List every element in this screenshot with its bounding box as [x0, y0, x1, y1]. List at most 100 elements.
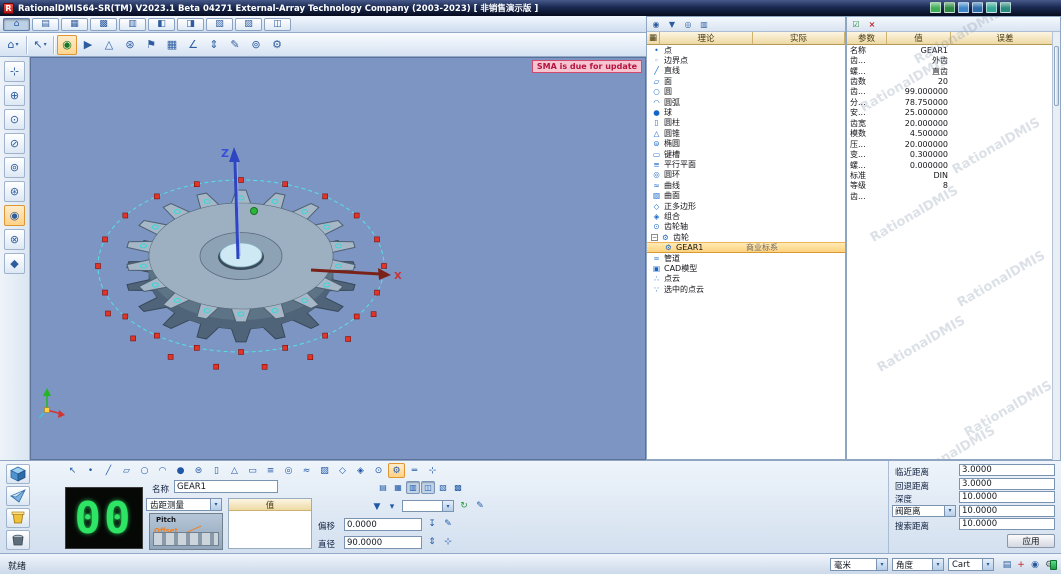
tree-item[interactable]: ⊜椭圆 — [647, 139, 845, 149]
tab-program[interactable]: ▧ — [206, 18, 233, 31]
tree-item[interactable]: ▯圆柱 — [647, 118, 845, 128]
diameter-input[interactable] — [344, 536, 422, 549]
ink-pot-icon[interactable] — [6, 530, 30, 550]
param-header-name[interactable]: 参数 — [847, 32, 887, 45]
prism-icon[interactable]: △ — [99, 35, 119, 55]
probe-dot-icon[interactable]: ⊙ — [4, 109, 25, 130]
filter-icon[interactable]: ▼ — [665, 18, 679, 30]
param-row[interactable]: 齿宽20.000000 — [847, 118, 1060, 128]
dropdown-arrow-icon[interactable]: ▾ — [44, 41, 47, 48]
tree-item[interactable]: ◦边界点 — [647, 55, 845, 65]
view-columns-icon[interactable]: ▥ — [406, 481, 420, 494]
param-row[interactable]: 变...0.300000 — [847, 149, 1060, 159]
tree-item[interactable]: ═管道 — [647, 253, 845, 263]
param-scrollbar[interactable] — [1052, 32, 1060, 460]
scrollbar-thumb[interactable] — [1054, 46, 1059, 106]
tree-item[interactable]: ◎圆环 — [647, 170, 845, 180]
ring-icon[interactable]: ⊚ — [246, 35, 266, 55]
pipe-icon[interactable]: ═ — [406, 463, 423, 478]
dropdown-arrow-icon[interactable]: ▾ — [442, 501, 453, 511]
tree-item[interactable]: ◇正多边形 — [647, 201, 845, 211]
tab-probe[interactable]: ▦ — [61, 18, 88, 31]
funnel-icon[interactable]: ▼ — [370, 500, 384, 513]
angle-measure-icon[interactable]: ∠ — [183, 35, 203, 55]
param-row[interactable]: 分...78.750000 — [847, 97, 1060, 107]
tree-item[interactable]: △圆锥 — [647, 128, 845, 138]
field-input[interactable] — [959, 464, 1055, 476]
close-icon[interactable]: × — [865, 18, 879, 30]
probe-slash-icon[interactable]: ⊘ — [4, 133, 25, 154]
tree-item[interactable]: ▱面 — [647, 76, 845, 86]
collapse-icon[interactable]: − — [651, 234, 658, 241]
dropdown-arrow-icon[interactable]: ▾ — [982, 559, 993, 570]
probe-ring-icon[interactable]: ⊚ — [4, 157, 25, 178]
unit-combo[interactable]: ▾ — [402, 500, 454, 512]
select-arrow-icon[interactable]: ↖▾ — [30, 35, 50, 55]
tree-item[interactable]: ╱直线 — [647, 66, 845, 76]
tree-header-actual[interactable]: 实际 — [753, 32, 845, 45]
tree-item-gear1[interactable]: ⚙GEAR1商业标系 — [647, 242, 845, 252]
remote-screen-icon[interactable] — [930, 2, 941, 13]
pencil-icon[interactable]: ✎ — [225, 35, 245, 55]
home-icon[interactable]: ⌂▾ — [3, 35, 23, 55]
tab-measure[interactable]: ◨ — [177, 18, 204, 31]
note-edit-icon[interactable]: ✎ — [441, 517, 455, 530]
monitor-icon[interactable] — [958, 2, 969, 13]
param-row[interactable]: 标准DIN — [847, 170, 1060, 180]
tree-item[interactable]: ●球 — [647, 107, 845, 117]
view-rows-icon[interactable]: ▧ — [436, 481, 450, 494]
dropdown-arrow-icon[interactable]: ▾ — [876, 559, 887, 570]
view-list-icon[interactable]: ▤ — [376, 481, 390, 494]
dropdown-arrow-icon[interactable]: ▾ — [210, 499, 221, 510]
slot-icon[interactable]: ▭ — [244, 463, 261, 478]
field-input[interactable] — [959, 491, 1055, 503]
param-header-error[interactable]: 误差 — [951, 32, 1060, 45]
dropdown-arrow-icon[interactable]: ▾ — [15, 41, 18, 48]
refresh-icon[interactable]: ↻ — [457, 499, 471, 512]
sphere-icon[interactable]: ● — [172, 463, 189, 478]
tab-cad[interactable]: ▨ — [235, 18, 262, 31]
columns-icon[interactable]: ▥ — [697, 18, 711, 30]
tree-item[interactable]: ◠圆弧 — [647, 97, 845, 107]
view-grid-icon[interactable]: ▦ — [391, 481, 405, 494]
tab-report[interactable]: ▥ — [119, 18, 146, 31]
angle-combo[interactable]: 角度 ▾ — [892, 558, 944, 571]
target-pick-icon[interactable]: ⊹ — [441, 535, 455, 548]
param-header-value[interactable]: 值 — [887, 32, 951, 45]
flag-icon[interactable]: ⚑ — [141, 35, 161, 55]
play-icon[interactable]: ▶ — [78, 35, 98, 55]
tree-item[interactable]: ▭键槽 — [647, 149, 845, 159]
tree-item[interactable]: •点 — [647, 45, 845, 55]
fit-view-icon[interactable]: ◉ — [649, 18, 663, 30]
param-row[interactable]: 等级8 — [847, 181, 1060, 191]
viewport-3d[interactable]: ZX SMA is due for update — [30, 57, 646, 460]
probe-sensor-icon[interactable]: ◉ — [4, 205, 25, 226]
status-layout-icon[interactable]: ▤ — [1000, 558, 1014, 571]
probe-config-icon[interactable]: ⊹ — [424, 463, 441, 478]
param-row[interactable]: 压...20.000000 — [847, 139, 1060, 149]
feature-name-input[interactable] — [174, 480, 278, 493]
tree-item[interactable]: ≡平行平面 — [647, 159, 845, 169]
ellipse-icon[interactable]: ⊜ — [190, 463, 207, 478]
measure-mode-combo[interactable]: 齿距测量 ▾ — [146, 498, 222, 511]
tab-align[interactable]: ◧ — [148, 18, 175, 31]
insert-down-icon[interactable]: ↧ — [425, 517, 439, 530]
visibility-icon[interactable]: ◎ — [681, 18, 695, 30]
tab-home[interactable]: ⌂ — [3, 18, 30, 31]
torus-icon[interactable]: ◎ — [280, 463, 297, 478]
gear-3d-scene[interactable]: ZX — [31, 58, 646, 460]
field-input[interactable] — [959, 478, 1055, 490]
param-row[interactable]: 螺...0.000000 — [847, 160, 1060, 170]
dock-panel-icon[interactable] — [1000, 2, 1011, 13]
gear-axis-icon[interactable]: ⊙ — [370, 463, 387, 478]
tab-settings[interactable]: ◫ — [264, 18, 291, 31]
ruler-icon[interactable]: ⇕ — [204, 35, 224, 55]
sma-update-notice[interactable]: SMA is due for update — [532, 60, 642, 73]
cone-icon[interactable]: △ — [226, 463, 243, 478]
parallel-planes-icon[interactable]: ≡ — [262, 463, 279, 478]
grid-view-icon[interactable] — [944, 2, 955, 13]
tree-item[interactable]: ∵选中的点云 — [647, 284, 845, 294]
view-panel-icon[interactable]: ▩ — [451, 481, 465, 494]
plane-icon[interactable]: ▱ — [118, 463, 135, 478]
fly-plane-icon[interactable] — [6, 486, 30, 506]
